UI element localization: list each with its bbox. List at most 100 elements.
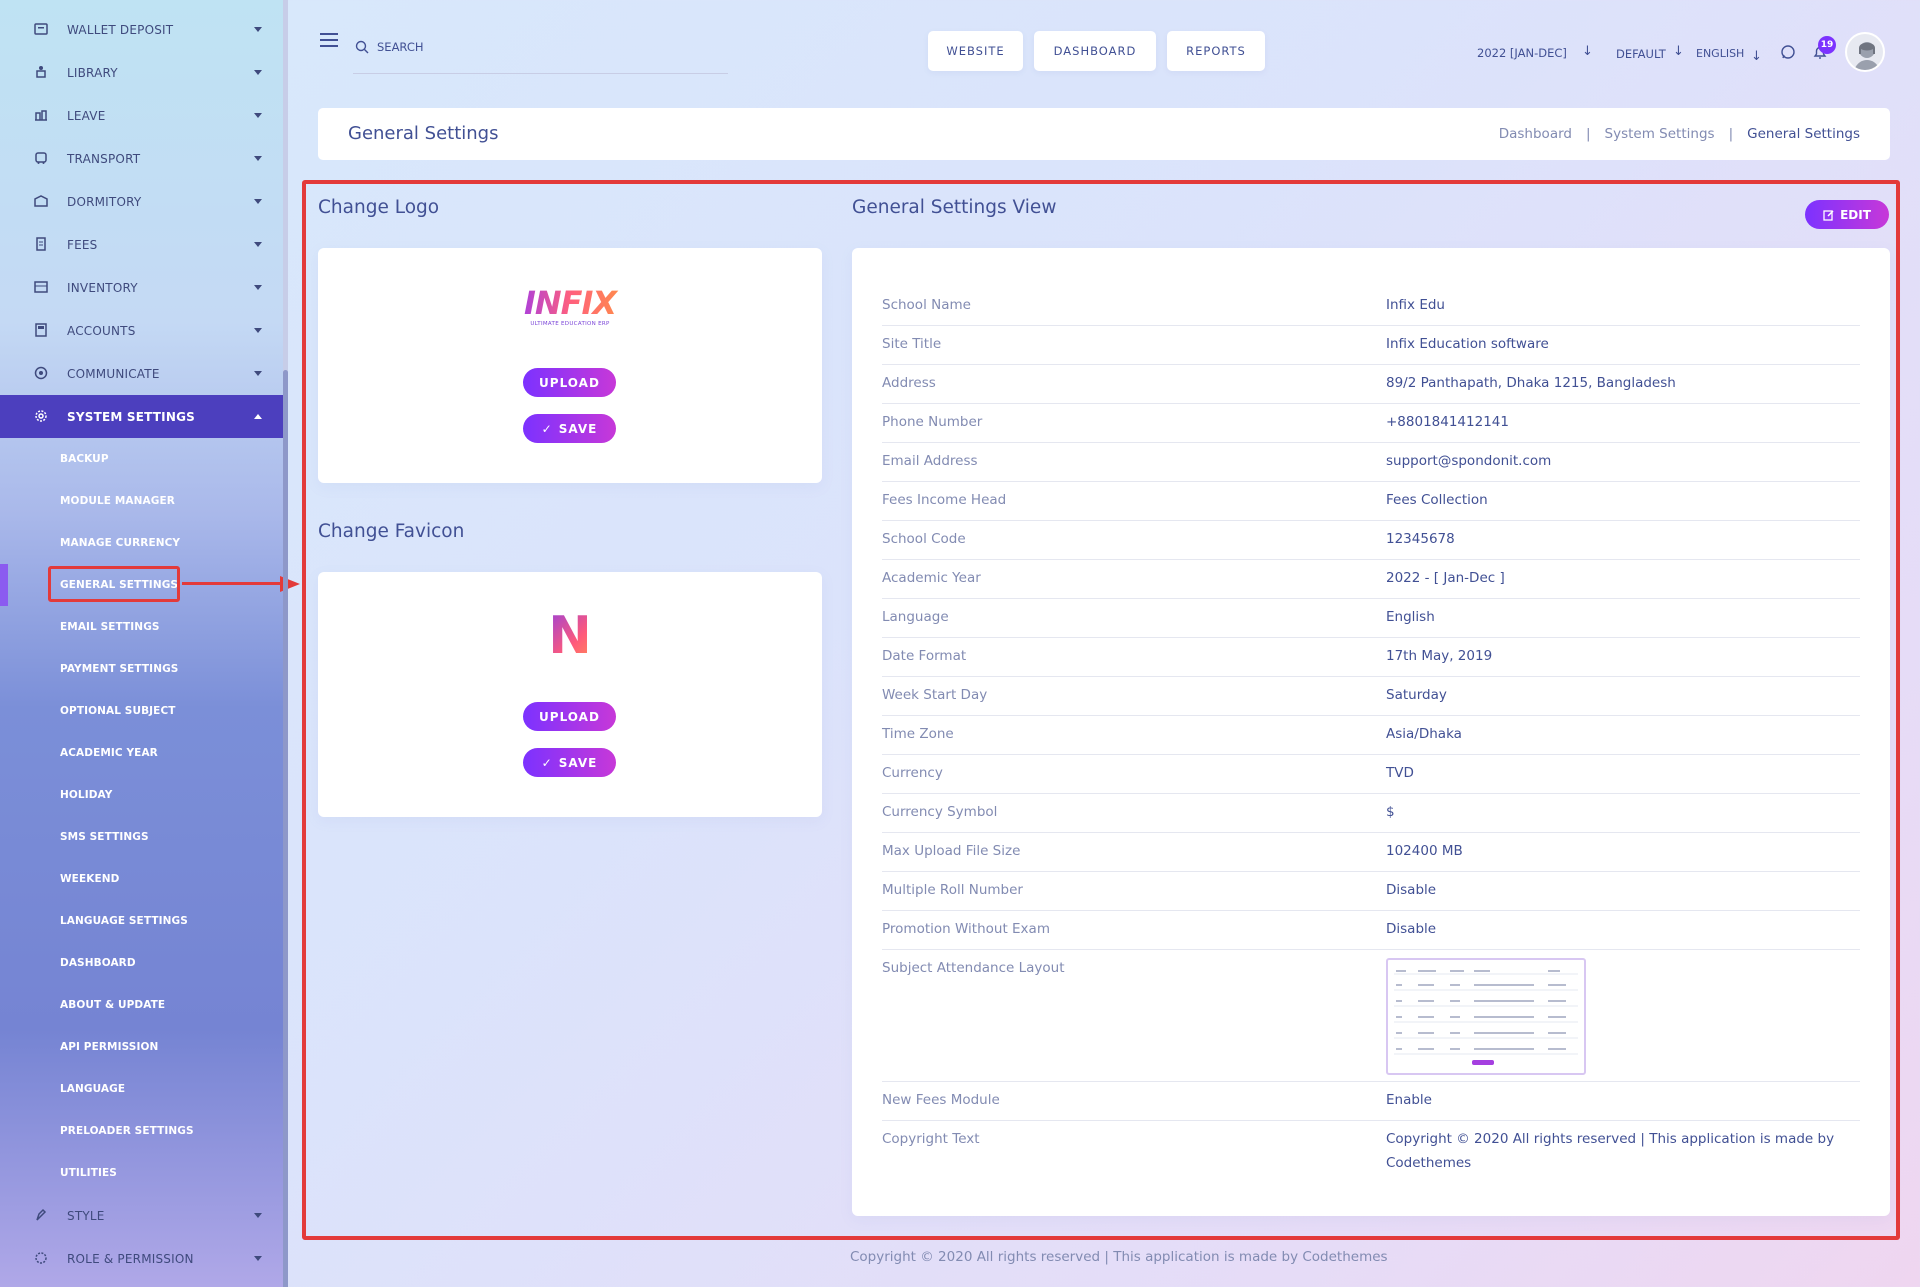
row-value: Saturday bbox=[1386, 687, 1447, 703]
submenu-module-manager[interactable]: MODULE MANAGER bbox=[60, 495, 175, 507]
submenu-language-settings[interactable]: LANGUAGE SETTINGS bbox=[60, 915, 188, 927]
reports-button[interactable]: REPORTS bbox=[1167, 31, 1265, 71]
logo-upload-button[interactable]: UPLOAD bbox=[523, 368, 616, 397]
row-key: Currency bbox=[882, 765, 943, 781]
sidebar-item-fees[interactable]: FEES bbox=[0, 223, 283, 266]
row-key: Site Title bbox=[882, 336, 942, 352]
bus-icon bbox=[33, 150, 49, 166]
submenu-academic-year[interactable]: ACADEMIC YEAR bbox=[60, 747, 158, 759]
sidebar-item-label: COMMUNICATE bbox=[67, 366, 160, 381]
row-value: Infix Edu bbox=[1386, 297, 1445, 313]
sidebar-item-role-permission[interactable]: ROLE & PERMISSION bbox=[0, 1237, 283, 1280]
submenu-weekend[interactable]: WEEKEND bbox=[60, 873, 119, 885]
table-row: School Name Infix Edu bbox=[882, 287, 1860, 326]
accounts-icon bbox=[33, 322, 49, 338]
row-value: 102400 MB bbox=[1386, 843, 1463, 859]
submenu-preloader-settings[interactable]: PRELOADER SETTINGS bbox=[60, 1125, 194, 1137]
dormitory-icon bbox=[33, 193, 49, 209]
table-row: Multiple Roll Number Disable bbox=[882, 872, 1860, 911]
table-row: Subject Attendance Layout bbox=[882, 950, 1860, 1082]
row-key: Time Zone bbox=[882, 726, 954, 742]
sidebar-item-accounts[interactable]: ACCOUNTS bbox=[0, 309, 283, 352]
edit-label: EDIT bbox=[1840, 207, 1871, 222]
sidebar-item-label: LIBRARY bbox=[67, 65, 118, 80]
table-row: Week Start Day Saturday bbox=[882, 677, 1860, 716]
row-value: support@spondonit.com bbox=[1386, 453, 1552, 469]
arrow-down-icon: ↓ bbox=[1751, 49, 1762, 64]
sidebar-item-label: LEAVE bbox=[67, 108, 106, 123]
search-icon bbox=[355, 40, 369, 54]
hamburger-menu-icon[interactable] bbox=[320, 33, 338, 47]
submenu-holiday[interactable]: HOLIDAY bbox=[60, 789, 112, 801]
language-select[interactable]: ENGLISH bbox=[1696, 47, 1744, 60]
submenu-backup[interactable]: BACKUP bbox=[60, 453, 109, 465]
scrollbar-thumb[interactable] bbox=[283, 370, 288, 1287]
role-icon bbox=[33, 1250, 49, 1266]
row-value: +8801841412141 bbox=[1386, 414, 1509, 430]
attendance-layout-preview[interactable] bbox=[1386, 958, 1586, 1075]
submenu-email-settings[interactable]: EMAIL SETTINGS bbox=[60, 621, 160, 633]
sidebar-item-style[interactable]: STYLE bbox=[0, 1194, 283, 1237]
favicon-save-button[interactable]: ✓ SAVE bbox=[523, 748, 616, 777]
academic-year-select[interactable]: 2022 [JAN-DEC] bbox=[1477, 46, 1567, 60]
whatsapp-icon[interactable] bbox=[1780, 44, 1796, 60]
edit-button[interactable]: EDIT bbox=[1805, 200, 1889, 229]
chevron-down-icon bbox=[254, 328, 262, 333]
dashboard-button[interactable]: DASHBOARD bbox=[1034, 31, 1156, 71]
submenu-payment-settings[interactable]: PAYMENT SETTINGS bbox=[60, 663, 178, 675]
table-row: New Fees Module Enable bbox=[882, 1082, 1860, 1121]
sidebar-item-label: FEES bbox=[67, 237, 98, 252]
submenu-dashboard[interactable]: DASHBOARD bbox=[60, 957, 136, 969]
sidebar-item-label: SYSTEM SETTINGS bbox=[67, 409, 195, 424]
submenu-optional-subject[interactable]: OPTIONAL SUBJECT bbox=[60, 705, 176, 717]
chevron-up-icon bbox=[254, 414, 262, 419]
sidebar-item-dormitory[interactable]: DORMITORY bbox=[0, 180, 283, 223]
row-value: Disable bbox=[1386, 882, 1437, 898]
breadcrumb-general-settings[interactable]: General Settings bbox=[1747, 126, 1860, 142]
row-key: School Code bbox=[882, 531, 966, 547]
leave-icon bbox=[33, 107, 49, 123]
save-label: SAVE bbox=[558, 755, 598, 770]
submenu-utilities[interactable]: UTILITIES bbox=[60, 1167, 117, 1179]
chevron-down-icon bbox=[254, 156, 262, 161]
sidebar-item-leave[interactable]: LEAVE bbox=[0, 94, 283, 137]
breadcrumb-system-settings[interactable]: System Settings bbox=[1605, 126, 1715, 142]
avatar[interactable] bbox=[1845, 32, 1885, 72]
sidebar-item-system-settings[interactable]: SYSTEM SETTINGS bbox=[0, 395, 283, 438]
submenu-about-update[interactable]: ABOUT & UPDATE bbox=[60, 999, 165, 1011]
change-favicon-title: Change Favicon bbox=[318, 521, 465, 542]
sidebar-scrollbar[interactable] bbox=[283, 0, 288, 1287]
submenu-manage-currency[interactable]: MANAGE CURRENCY bbox=[60, 537, 180, 549]
theme-select[interactable]: DEFAULT bbox=[1616, 47, 1666, 61]
logo-save-button[interactable]: ✓ SAVE bbox=[523, 414, 616, 443]
sidebar-item-transport[interactable]: TRANSPORT bbox=[0, 137, 283, 180]
logo-tagline: ULTIMATE EDUCATION ERP bbox=[530, 321, 610, 327]
breadcrumb-dashboard[interactable]: Dashboard bbox=[1499, 126, 1572, 142]
submenu-language[interactable]: LANGUAGE bbox=[60, 1083, 125, 1095]
sidebar-item-library[interactable]: LIBRARY bbox=[0, 51, 283, 94]
submenu-sms-settings[interactable]: SMS SETTINGS bbox=[60, 831, 149, 843]
favicon-upload-button[interactable]: UPLOAD bbox=[523, 702, 616, 731]
table-row: Email Address support@spondonit.com bbox=[882, 443, 1860, 482]
footer-copyright: Copyright © 2020 All rights reserved | T… bbox=[850, 1249, 1388, 1265]
website-button[interactable]: WEBSITE bbox=[928, 31, 1023, 71]
sidebar-item-inventory[interactable]: INVENTORY bbox=[0, 266, 283, 309]
table-row: Currency Symbol $ bbox=[882, 794, 1860, 833]
chevron-down-icon bbox=[254, 371, 262, 376]
row-key: Subject Attendance Layout bbox=[882, 960, 1065, 976]
table-row: Address 89/2 Panthapath, Dhaka 1215, Bang… bbox=[882, 365, 1860, 404]
edit-icon bbox=[1823, 209, 1834, 221]
row-value: 2022 - [ Jan-Dec ] bbox=[1386, 570, 1505, 586]
table-row: Time Zone Asia/Dhaka bbox=[882, 716, 1860, 755]
row-key: Date Format bbox=[882, 648, 967, 664]
table-row: Language English bbox=[882, 599, 1860, 638]
sidebar-item-communicate[interactable]: COMMUNICATE bbox=[0, 352, 283, 395]
chevron-down-icon bbox=[254, 1256, 262, 1261]
table-row: Date Format 17th May, 2019 bbox=[882, 638, 1860, 677]
submenu-api-permission[interactable]: API PERMISSION bbox=[60, 1041, 158, 1053]
table-row: Fees Income Head Fees Collection bbox=[882, 482, 1860, 521]
row-key: Week Start Day bbox=[882, 687, 988, 703]
sidebar-item-wallet-deposit[interactable]: WALLET DEPOSIT bbox=[0, 8, 283, 51]
search-input[interactable] bbox=[377, 36, 717, 58]
fees-icon bbox=[33, 236, 49, 252]
